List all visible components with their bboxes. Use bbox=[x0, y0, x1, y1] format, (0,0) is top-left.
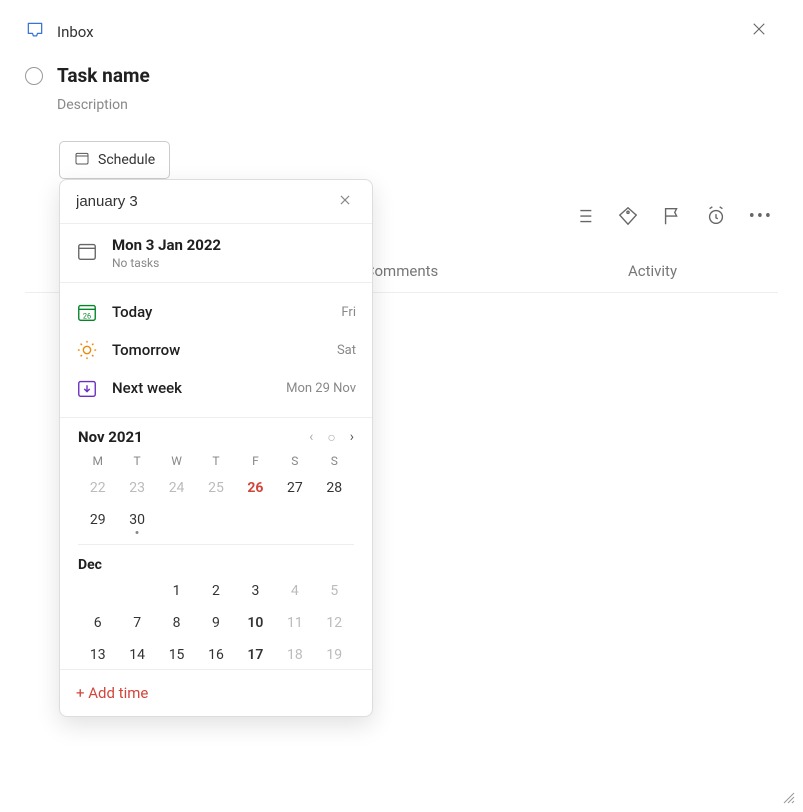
calendar-icon bbox=[74, 150, 90, 170]
calendar-dow: M bbox=[78, 454, 117, 468]
calendar-dow: T bbox=[196, 454, 235, 468]
calendar-month-sub: Dec bbox=[78, 544, 354, 573]
quick-label: Tomorrow bbox=[112, 341, 323, 359]
calendar-day[interactable]: 23 bbox=[117, 480, 156, 496]
calendar-dow: S bbox=[275, 454, 314, 468]
calendar-day bbox=[315, 512, 354, 528]
calendar-day[interactable]: 18 bbox=[275, 647, 314, 663]
calendar-day[interactable]: 3 bbox=[236, 583, 275, 599]
reminder-icon[interactable] bbox=[705, 205, 727, 227]
calendar-dow: T bbox=[117, 454, 156, 468]
date-result-subtitle: No tasks bbox=[112, 256, 221, 270]
calendar-day[interactable]: 25 bbox=[196, 480, 235, 496]
schedule-button-label: Schedule bbox=[98, 152, 155, 168]
calendar-day[interactable]: 4 bbox=[275, 583, 314, 599]
calendar-day[interactable]: 5 bbox=[315, 583, 354, 599]
calendar-day[interactable]: 9 bbox=[196, 615, 235, 631]
calendar-day[interactable]: 26 bbox=[236, 480, 275, 496]
quick-option-today[interactable]: 26 Today Fri bbox=[60, 293, 372, 331]
quick-date-options: 26 Today Fri Tomorrow Sat bbox=[60, 283, 372, 418]
calendar-day[interactable]: 6 bbox=[78, 615, 117, 631]
quick-label: Next week bbox=[112, 379, 272, 397]
tag-icon[interactable] bbox=[617, 205, 639, 227]
calendar-day[interactable]: 29 bbox=[78, 512, 117, 528]
calendar-day bbox=[275, 512, 314, 528]
quick-label: Today bbox=[112, 303, 327, 321]
calendar-day[interactable]: 30 bbox=[117, 512, 156, 528]
calendar-dow: F bbox=[236, 454, 275, 468]
next-week-icon bbox=[76, 377, 98, 399]
calendar-day bbox=[78, 583, 117, 599]
list-icon[interactable] bbox=[573, 205, 595, 227]
date-result-title: Mon 3 Jan 2022 bbox=[112, 236, 221, 254]
calendar-day[interactable]: 17 bbox=[236, 647, 275, 663]
header: Inbox bbox=[0, 0, 803, 54]
calendar-day[interactable]: 8 bbox=[157, 615, 196, 631]
date-picker: Mon 3 Jan 2022 No tasks 26 Today Fri bbox=[59, 179, 373, 717]
sun-icon bbox=[76, 339, 98, 361]
calendar: Nov 2021 ‹ ○ › MTWTFSS 22232425262728293… bbox=[60, 418, 372, 669]
task-name-input[interactable]: Task name bbox=[57, 64, 150, 87]
calendar-day[interactable]: 7 bbox=[117, 615, 156, 631]
calendar-day bbox=[236, 512, 275, 528]
calendar-day bbox=[117, 583, 156, 599]
calendar-prev-icon[interactable]: ‹ bbox=[309, 429, 313, 445]
date-search-input[interactable] bbox=[76, 193, 334, 210]
calendar-day[interactable]: 16 bbox=[196, 647, 235, 663]
task-toolbar: ••• bbox=[573, 205, 773, 227]
calendar-day[interactable]: 28 bbox=[315, 480, 354, 496]
clear-search-icon[interactable] bbox=[334, 192, 356, 211]
calendar-day[interactable]: 15 bbox=[157, 647, 196, 663]
date-search-result[interactable]: Mon 3 Jan 2022 No tasks bbox=[60, 224, 372, 283]
calendar-day[interactable]: 22 bbox=[78, 480, 117, 496]
svg-text:26: 26 bbox=[83, 311, 91, 320]
quick-day: Fri bbox=[341, 305, 356, 320]
quick-option-next-week[interactable]: Next week Mon 29 Nov bbox=[60, 369, 372, 407]
schedule-button[interactable]: Schedule bbox=[59, 141, 170, 179]
breadcrumb[interactable]: Inbox bbox=[57, 23, 94, 41]
date-result-icon bbox=[76, 240, 98, 266]
task-row: Task name Description bbox=[0, 54, 803, 123]
flag-icon[interactable] bbox=[661, 205, 683, 227]
quick-day: Mon 29 Nov bbox=[286, 381, 356, 396]
close-button[interactable] bbox=[750, 20, 768, 42]
more-icon[interactable]: ••• bbox=[749, 206, 773, 227]
calendar-today-icon[interactable]: ○ bbox=[327, 429, 335, 446]
calendar-dow: S bbox=[315, 454, 354, 468]
calendar-next-icon[interactable]: › bbox=[350, 429, 354, 445]
calendar-day[interactable]: 2 bbox=[196, 583, 235, 599]
calendar-day[interactable]: 13 bbox=[78, 647, 117, 663]
calendar-day[interactable]: 1 bbox=[157, 583, 196, 599]
calendar-day[interactable]: 14 bbox=[117, 647, 156, 663]
calendar-day bbox=[157, 512, 196, 528]
today-icon: 26 bbox=[76, 301, 98, 323]
calendar-dow: W bbox=[157, 454, 196, 468]
inbox-icon bbox=[25, 20, 45, 44]
calendar-month-label: Nov 2021 bbox=[78, 428, 143, 446]
calendar-day[interactable]: 11 bbox=[275, 615, 314, 631]
task-complete-checkbox[interactable] bbox=[25, 67, 43, 85]
calendar-day[interactable]: 12 bbox=[315, 615, 354, 631]
add-time-button[interactable]: + Add time bbox=[60, 669, 372, 716]
calendar-day[interactable]: 19 bbox=[315, 647, 354, 663]
task-description-input[interactable]: Description bbox=[57, 97, 150, 113]
calendar-day[interactable]: 27 bbox=[275, 480, 314, 496]
quick-day: Sat bbox=[337, 343, 356, 358]
calendar-day[interactable]: 10 bbox=[236, 615, 275, 631]
tab-activity[interactable]: Activity bbox=[527, 250, 778, 292]
calendar-day bbox=[196, 512, 235, 528]
resize-handle-icon[interactable] bbox=[783, 792, 795, 804]
calendar-day[interactable]: 24 bbox=[157, 480, 196, 496]
quick-option-tomorrow[interactable]: Tomorrow Sat bbox=[60, 331, 372, 369]
